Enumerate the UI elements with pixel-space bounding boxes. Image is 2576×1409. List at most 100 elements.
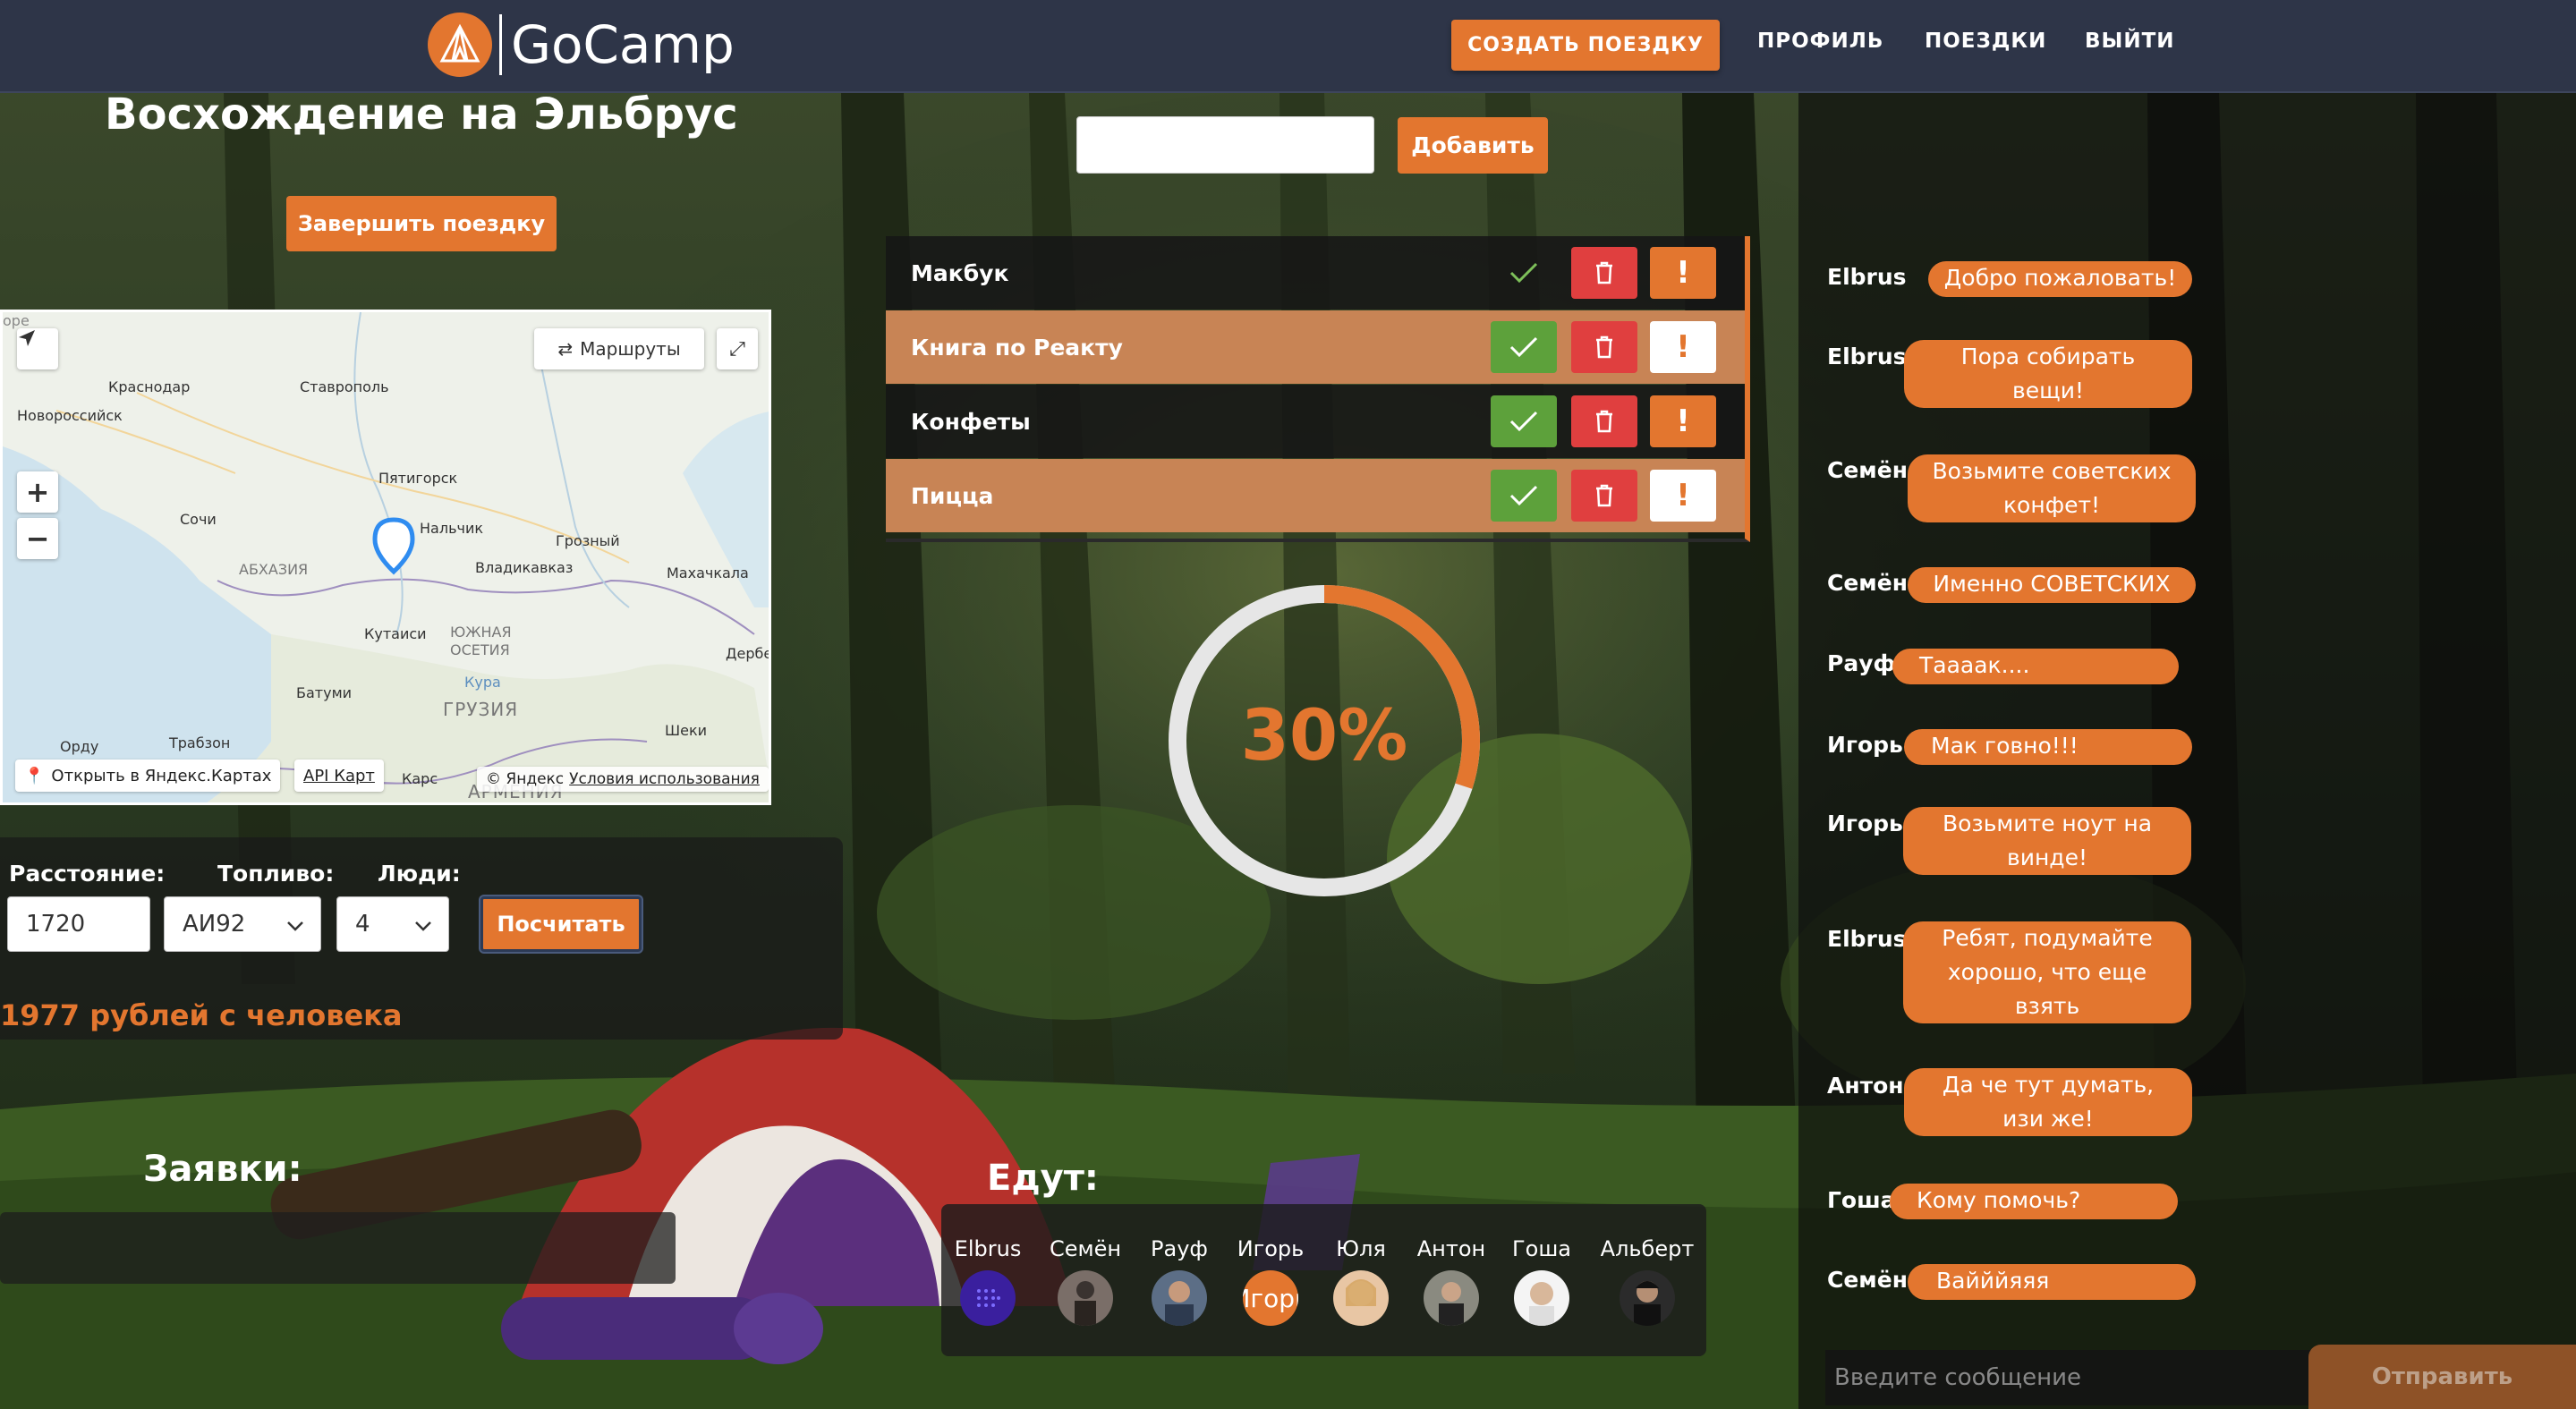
participant[interactable]: Семён <box>1045 1236 1126 1326</box>
people-select[interactable]: 4 <box>336 896 449 952</box>
list-item: Пицца ! <box>886 459 1745 532</box>
participant[interactable]: Альберт <box>1598 1236 1696 1326</box>
item-name: Книга по Реакту <box>911 334 1123 361</box>
finish-trip-button[interactable]: Завершить поездку <box>286 196 557 251</box>
chat-message: Таааак.... <box>1892 649 2179 684</box>
avatar <box>1333 1270 1389 1326</box>
calculate-button[interactable]: Посчитать <box>480 896 642 952</box>
participant[interactable]: Антон <box>1416 1236 1487 1326</box>
chat-message-line: Да че тут думать, <box>1942 1072 2155 1098</box>
participant[interactable]: Гоша <box>1512 1236 1571 1326</box>
check-icon[interactable] <box>1491 247 1557 299</box>
participant[interactable]: Elbrus <box>952 1236 1024 1326</box>
participant-name: Игорь <box>1237 1236 1305 1261</box>
routes-label: Маршруты <box>580 338 681 360</box>
fullscreen-icon[interactable]: ⤢ <box>717 328 758 369</box>
participant-name: Семён <box>1049 1236 1122 1261</box>
item-name: Пицца <box>911 482 994 509</box>
terms-link[interactable]: Условия использования <box>569 770 760 788</box>
map-label-ordu: Орду <box>60 738 99 755</box>
yandex-map[interactable]: ⇄ Маршруты ⤢ + − ope Краснодар Ставропол… <box>0 310 771 805</box>
map-label-novorossiysk: Новороссийск <box>17 407 123 424</box>
chat-message: Мак говно!!! <box>1904 729 2192 765</box>
chat-message-line: хорошо, что еще <box>1947 959 2147 985</box>
chat-sender: Игорь <box>1827 732 1903 758</box>
open-in-yandex-label: Открыть в Яндекс.Картах <box>51 766 272 785</box>
participant-name: Рауф <box>1151 1236 1208 1261</box>
zoom-out-icon[interactable]: − <box>17 518 58 559</box>
cost-result: 1977 рублей с человека <box>0 998 403 1032</box>
trip-title: Восхождение на Эльбрус <box>105 89 738 140</box>
trash-icon[interactable] <box>1571 321 1637 373</box>
packing-list: Макбук ! Книга по Реакту ! Конфеты ! Пиц… <box>886 236 1750 542</box>
avatar <box>960 1270 1016 1326</box>
avatar <box>1152 1270 1207 1326</box>
map-label-stavropol: Ставрополь <box>300 378 389 395</box>
exclamation-icon[interactable]: ! <box>1650 247 1716 299</box>
participant-name: Юля <box>1336 1236 1386 1261</box>
avatar: Игорь <box>1243 1270 1298 1326</box>
participant[interactable]: Юля <box>1331 1236 1390 1326</box>
message-input[interactable]: Введите сообщение <box>1825 1350 2316 1405</box>
trash-icon[interactable] <box>1571 470 1637 522</box>
logo[interactable]: GoCamp <box>428 13 735 77</box>
distance-input[interactable]: 1720 <box>7 896 150 952</box>
trash-icon[interactable] <box>1571 247 1637 299</box>
people-label: Люди: <box>378 861 461 887</box>
chat-sender: Elbrus <box>1827 344 1907 369</box>
people-select-value: 4 <box>355 911 370 938</box>
exclamation-icon[interactable]: ! <box>1650 470 1716 522</box>
top-navbar: GoCamp СОЗДАТЬ ПОЕЗДКУ ПРОФИЛЬ ПОЕЗДКИ В… <box>0 0 2576 93</box>
chat-message-line: Возьмите советских <box>1932 458 2172 484</box>
chat-sender: Рауф <box>1827 650 1896 676</box>
item-name: Конфеты <box>911 408 1031 435</box>
api-maps-link[interactable]: API Карт <box>294 760 384 792</box>
locate-icon[interactable] <box>17 328 58 369</box>
chat-message-line: Ребят, подумайте <box>1942 925 2153 951</box>
map-label-kutaisi: Кутаиси <box>364 625 427 642</box>
nav-profile-link[interactable]: ПРОФИЛЬ <box>1757 30 1883 53</box>
map-label-batumi: Батуми <box>296 684 353 701</box>
chat-message: Пора собирать вещи! <box>1904 340 2192 408</box>
list-item: Книга по Реакту ! <box>886 310 1745 384</box>
create-trip-button[interactable]: СОЗДАТЬ ПОЕЗДКУ <box>1451 20 1720 71</box>
map-label-kura: Кура <box>464 674 501 691</box>
routes-button[interactable]: ⇄ Маршруты <box>534 328 704 369</box>
map-copyright: © Яндекс Условия использования <box>477 767 769 792</box>
fuel-select[interactable]: АИ92 <box>164 896 321 952</box>
progress-percent: 30% <box>1240 696 1408 777</box>
avatar <box>1424 1270 1479 1326</box>
exclamation-icon[interactable]: ! <box>1650 395 1716 447</box>
new-item-input[interactable] <box>1076 116 1374 174</box>
map-label-nalchik: Нальчик <box>420 520 484 537</box>
check-icon[interactable] <box>1491 470 1557 522</box>
participant[interactable]: Игорь Игорь <box>1233 1236 1308 1326</box>
map-label-kars: Карс <box>402 770 438 787</box>
chat-message-line: взять <box>2014 993 2080 1019</box>
chat-sender: Семён <box>1827 570 1908 596</box>
check-icon[interactable] <box>1491 321 1557 373</box>
chat-message: Добро пожаловать! <box>1928 261 2192 297</box>
trash-icon[interactable] <box>1571 395 1637 447</box>
routes-icon: ⇄ <box>557 338 574 360</box>
add-item-button[interactable]: Добавить <box>1398 117 1548 174</box>
open-in-yandex-link[interactable]: 📍 Открыть в Яндекс.Картах <box>15 760 281 792</box>
chat-sender: Elbrus <box>1827 926 1907 952</box>
tent-logo-icon <box>428 13 492 77</box>
chat-message-line: вещи! <box>2012 378 2084 403</box>
zoom-in-icon[interactable]: + <box>17 471 58 513</box>
participant[interactable]: Рауф <box>1147 1236 1211 1326</box>
nav-trips-link[interactable]: ПОЕЗДКИ <box>1925 30 2046 53</box>
logo-text: GoCamp <box>511 14 735 75</box>
avatar <box>1620 1270 1675 1326</box>
send-button[interactable]: Отправить <box>2308 1345 2576 1409</box>
map-label-georgia: ГРУЗИЯ <box>443 699 519 720</box>
chat-sender: Семён <box>1827 457 1908 483</box>
requests-title: Заявки: <box>143 1149 302 1190</box>
chevron-down-icon <box>286 911 304 938</box>
participant-name: Elbrus <box>954 1236 1022 1261</box>
nav-logout-link[interactable]: ВЫЙТИ <box>2085 30 2175 53</box>
check-icon[interactable] <box>1491 395 1557 447</box>
map-label-derbent: Дербе <box>726 645 771 662</box>
exclamation-icon[interactable]: ! <box>1650 321 1716 373</box>
